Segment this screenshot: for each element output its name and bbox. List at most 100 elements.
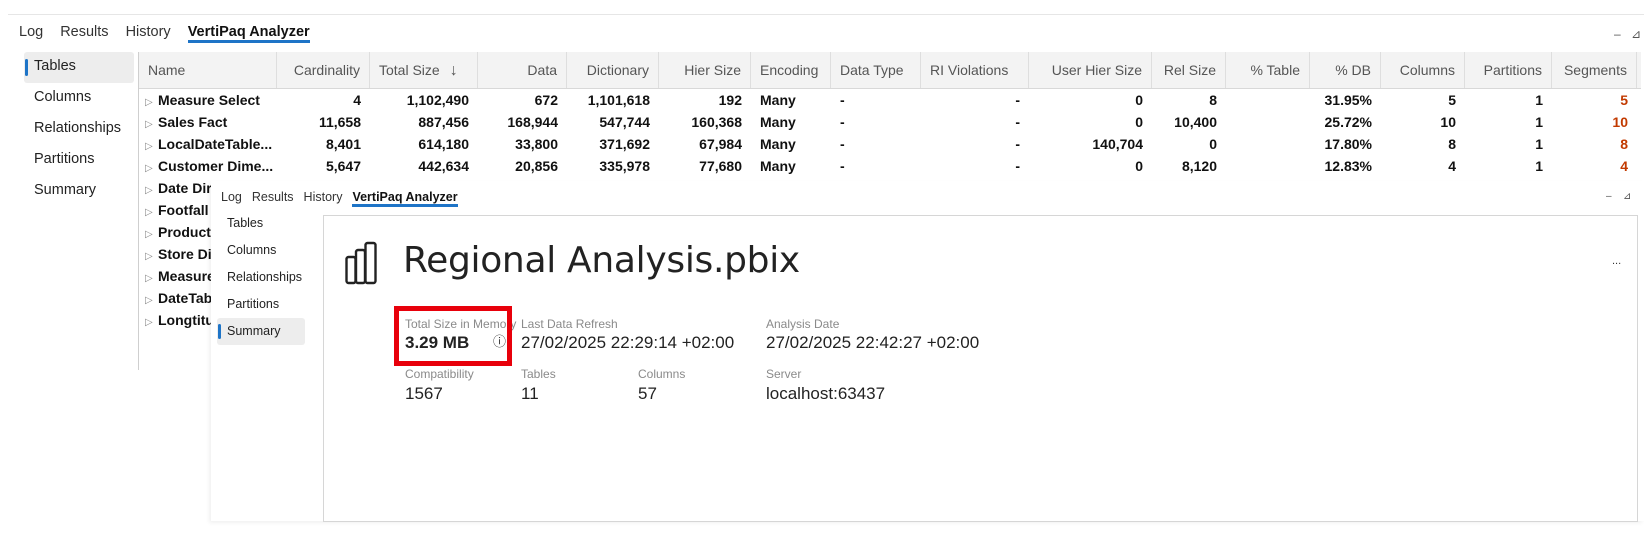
tab-results[interactable]: Results	[60, 24, 108, 43]
nav-item-columns[interactable]: Columns	[24, 83, 134, 114]
row-name-cell: ▷ Customer Dime...	[139, 155, 277, 177]
table-row[interactable]: ▷ Sales Fact 11,658 887,456 168,944 547,744 16…	[139, 111, 1641, 133]
sort-descending-icon[interactable]: ↓	[450, 62, 458, 79]
nav-item-partitions[interactable]: Partitions	[24, 145, 134, 176]
table-cell: 31.95%	[1324, 92, 1372, 108]
table-cell: 5	[1620, 92, 1628, 108]
column-header[interactable]: Columns	[1381, 52, 1465, 88]
table-cell: 11,658	[318, 114, 361, 130]
minimize-icon[interactable]: –	[1606, 191, 1612, 202]
tab-history[interactable]: History	[304, 190, 343, 207]
column-header-label: Name	[148, 62, 186, 78]
nav-item-summary[interactable]: Summary	[24, 176, 134, 207]
pin-icon[interactable]: ⊿	[1631, 27, 1641, 41]
compatibility-label: Compatibility	[405, 367, 474, 381]
tab-vertipaq-analyzer[interactable]: VertiPaq Analyzer	[352, 190, 458, 207]
table-cell: 140,704	[1092, 136, 1143, 152]
column-header[interactable]: Name	[139, 52, 277, 88]
column-header-label: User Hier Size	[1051, 62, 1142, 78]
column-header[interactable]: User Hier Size	[1029, 52, 1152, 88]
column-header[interactable]: Encoding	[751, 52, 831, 88]
nav-item-tables[interactable]: Tables	[24, 52, 134, 83]
expand-caret-icon[interactable]: ▷	[145, 180, 158, 199]
expand-caret-icon[interactable]: ▷	[145, 92, 158, 111]
expand-caret-icon[interactable]: ▷	[145, 158, 158, 177]
table-cell: -	[1015, 92, 1020, 108]
table-cell: 17.80%	[1324, 136, 1372, 152]
column-header[interactable]: % DB	[1310, 52, 1381, 88]
front-nav: Tables Columns Relationships Partitions …	[217, 210, 305, 345]
column-header[interactable]: Segments	[1552, 52, 1637, 88]
table-cell: 8,120	[1181, 158, 1217, 174]
back-tab-bar: Log Results History VertiPaq Analyzer	[19, 24, 327, 43]
column-header[interactable]: Rel Size	[1152, 52, 1226, 88]
table-cell: 20,856	[515, 158, 558, 174]
tab-vertipaq-analyzer[interactable]: VertiPaq Analyzer	[187, 24, 310, 43]
column-header-label: % DB	[1335, 62, 1371, 78]
column-header-label: Encoding	[760, 62, 819, 78]
table-cell: 335,978	[599, 158, 650, 174]
column-header[interactable]: Hier Size	[659, 52, 751, 88]
expand-caret-icon[interactable]: ▷	[145, 312, 158, 331]
table-cell: 8	[1448, 136, 1456, 152]
columns-count-label: Columns	[638, 367, 686, 381]
table-cell: -	[840, 158, 845, 174]
nav-item-relationships[interactable]: Relationships	[24, 114, 134, 145]
table-cell: 0	[1135, 114, 1143, 130]
nav-item-columns[interactable]: Columns	[217, 237, 305, 264]
nav-item-partitions[interactable]: Partitions	[217, 291, 305, 318]
nav-item-tables[interactable]: Tables	[217, 210, 305, 237]
more-options-button[interactable]: ...	[1612, 255, 1621, 267]
table-row[interactable]: ▷ LocalDateTable... 8,401 614,180 33,800 371,…	[139, 133, 1641, 155]
table-cell: 672	[534, 92, 558, 108]
column-header[interactable]: % Table	[1226, 52, 1310, 88]
compatibility-value: 1567	[405, 384, 443, 403]
expand-caret-icon[interactable]: ▷	[145, 268, 158, 287]
pin-icon[interactable]: ⊿	[1623, 191, 1631, 202]
column-header[interactable]: Cardinality	[277, 52, 370, 88]
minimize-icon[interactable]: –	[1614, 27, 1621, 41]
column-header[interactable]: Data	[478, 52, 567, 88]
tab-results[interactable]: Results	[252, 190, 294, 207]
expand-caret-icon[interactable]: ▷	[145, 136, 158, 155]
table-row[interactable]: ▷ Measure Select 4 1,102,490 672 1,101,618 192…	[139, 89, 1641, 111]
column-header[interactable]: Data Type	[831, 52, 921, 88]
table-cell: 4	[1448, 158, 1456, 174]
table-cell: 25.72%	[1324, 114, 1372, 130]
expand-caret-icon[interactable]: ▷	[145, 202, 158, 221]
expand-caret-icon[interactable]: ▷	[145, 114, 158, 133]
table-cell: 1	[1535, 158, 1543, 174]
column-header-label: Total Size	[379, 62, 440, 78]
table-cell: 1	[1535, 114, 1543, 130]
column-header[interactable]: Dictionary	[567, 52, 659, 88]
column-header[interactable]: Total Size ↓	[370, 52, 478, 88]
expand-caret-icon[interactable]: ▷	[145, 224, 158, 243]
row-name-label: DateTab	[158, 290, 213, 306]
nav-item-summary[interactable]: Summary	[217, 318, 305, 345]
table-cell: 192	[718, 92, 742, 108]
table-cell: 4	[353, 92, 361, 108]
column-header[interactable]: Partitions	[1465, 52, 1552, 88]
tab-log[interactable]: Log	[221, 190, 242, 207]
column-header-label: Rel Size	[1163, 62, 1216, 78]
table-cell: 8	[1620, 136, 1628, 152]
table-cell: Many	[760, 158, 796, 174]
table-cell: 10	[1612, 114, 1628, 130]
table-row[interactable]: ▷ Customer Dime... 5,647 442,634 20,856 335,9…	[139, 155, 1641, 177]
column-header[interactable]: RI Violations	[921, 52, 1029, 88]
tab-history[interactable]: History	[126, 24, 171, 43]
table-cell: 160,368	[691, 114, 742, 130]
table-cell: 371,692	[599, 136, 650, 152]
table-cell: 168,944	[507, 114, 558, 130]
row-name-label: Measure Select	[158, 92, 260, 108]
expand-caret-icon[interactable]: ▷	[145, 290, 158, 309]
row-name-cell: ▷ LocalDateTable...	[139, 133, 277, 155]
table-cell: 10	[1440, 114, 1456, 130]
table-cell: 67,984	[699, 136, 742, 152]
tab-log[interactable]: Log	[19, 24, 43, 43]
table-cell: Many	[760, 114, 796, 130]
nav-item-relationships[interactable]: Relationships	[217, 264, 305, 291]
expand-caret-icon[interactable]: ▷	[145, 246, 158, 265]
tables-count-label: Tables	[521, 367, 556, 381]
table-cell: 1	[1535, 92, 1543, 108]
